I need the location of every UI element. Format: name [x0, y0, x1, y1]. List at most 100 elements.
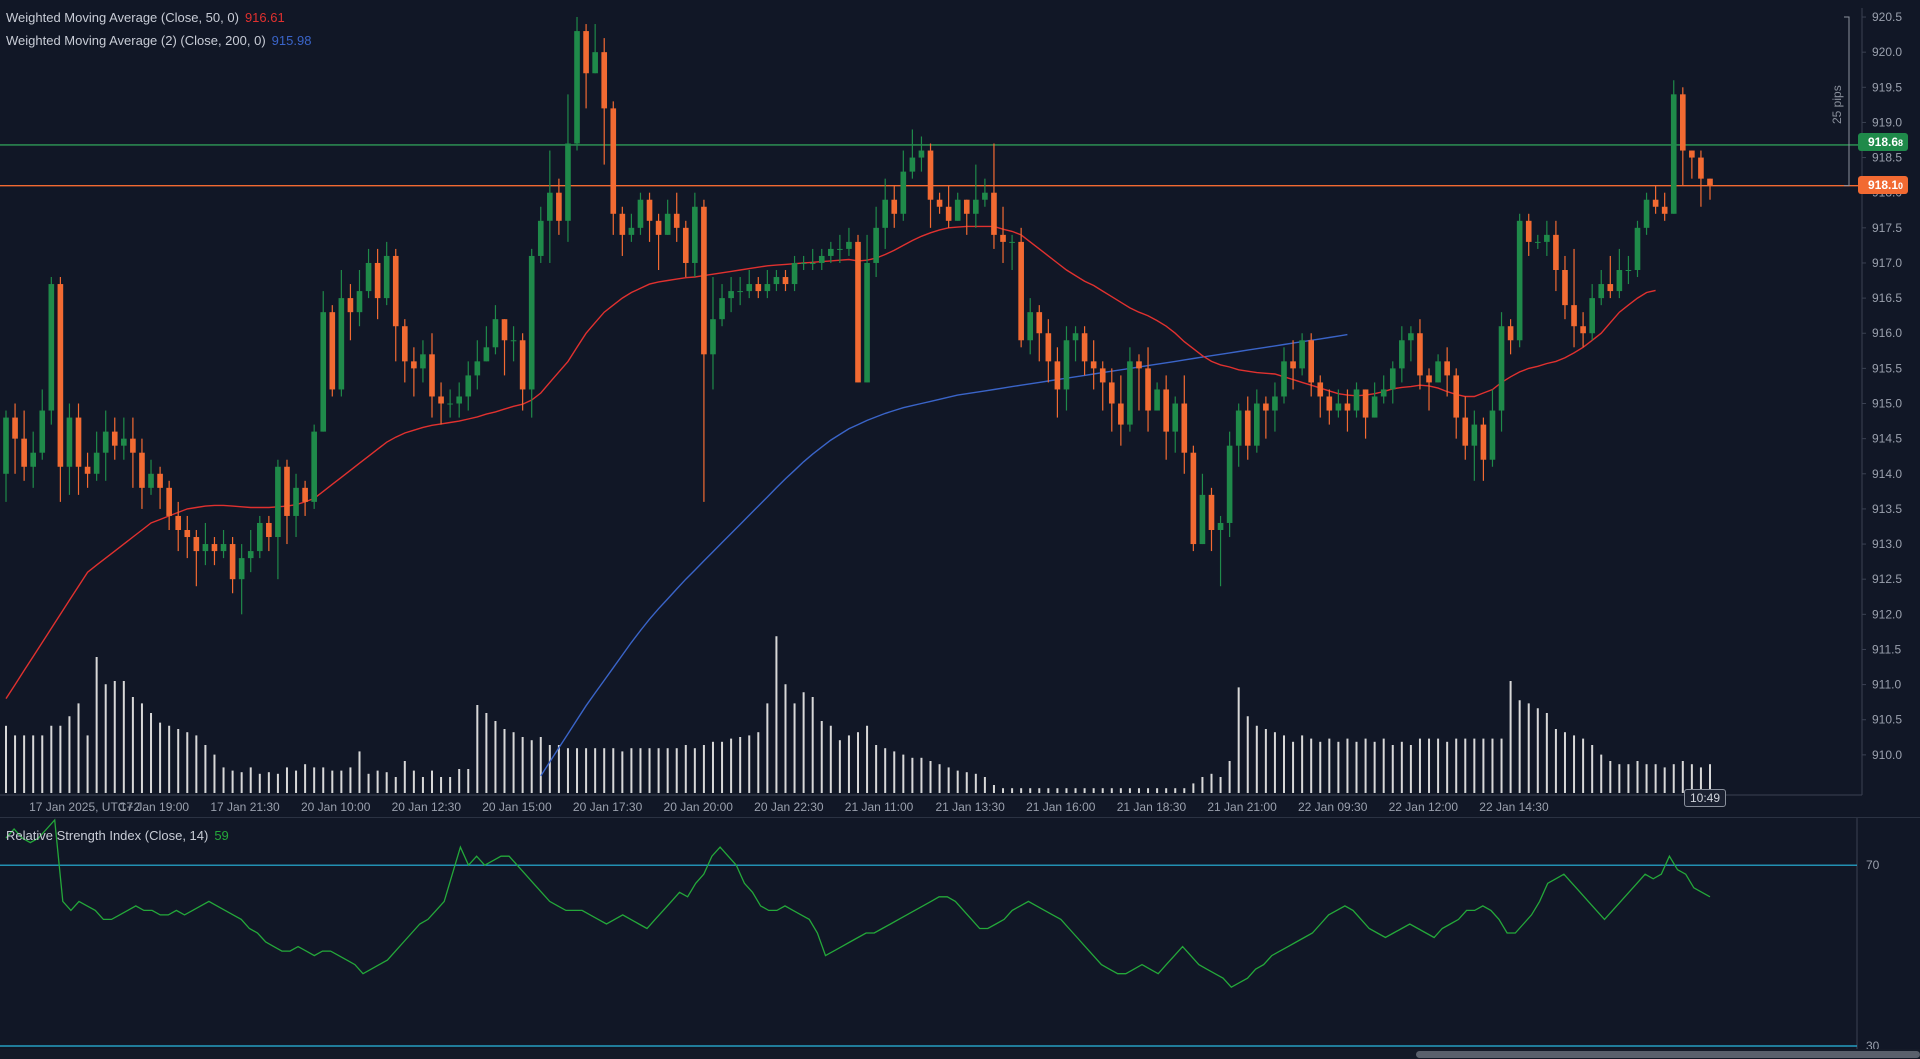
candle: [1480, 417, 1487, 481]
candle-body: [574, 31, 580, 144]
legend-wma50-value: 916.61: [244, 10, 285, 25]
candle-body: [1145, 368, 1151, 411]
candle-body: [1707, 178, 1713, 186]
candle-body: [818, 255, 825, 263]
candle-body: [1571, 305, 1577, 327]
candle: [3, 410, 9, 502]
candle-body: [973, 199, 979, 214]
candle: [1118, 375, 1124, 446]
candle-body: [1063, 340, 1070, 390]
candle-body: [501, 319, 508, 341]
candle-body: [1009, 241, 1015, 243]
candle: [601, 38, 608, 165]
candle-body: [1589, 298, 1595, 334]
candle-body: [1670, 94, 1677, 214]
candle: [474, 340, 481, 390]
candle-body: [637, 199, 644, 228]
candle: [66, 403, 73, 495]
price-tick-label: 911.0: [1872, 678, 1901, 692]
candle-body: [256, 522, 263, 552]
candle-body: [592, 52, 598, 74]
legend-wma200-value: 915.98: [271, 33, 312, 48]
candle: [1652, 185, 1659, 214]
candle-body: [1163, 389, 1169, 432]
candle-body: [764, 284, 771, 292]
candle: [1072, 326, 1079, 362]
candle-body: [755, 284, 762, 292]
candle: [1299, 333, 1305, 376]
candle-body: [1426, 375, 1432, 383]
candle-body: [66, 417, 73, 467]
candle: [166, 480, 172, 530]
pane-separator[interactable]: [0, 817, 1920, 818]
legend-wma50[interactable]: Weighted Moving Average (Close, 50, 0) 91…: [6, 10, 285, 25]
candle-body: [1299, 340, 1305, 369]
price-tag-upper-value: 918.6: [1868, 135, 1899, 149]
candle-body: [1235, 410, 1242, 446]
candle: [48, 277, 55, 425]
candle: [238, 544, 245, 615]
candle: [1235, 403, 1242, 467]
candle: [111, 417, 118, 460]
candle-body: [1054, 361, 1061, 390]
candle: [1625, 255, 1632, 285]
scrollbar-thumb[interactable]: [1416, 1051, 1920, 1058]
candle: [1263, 396, 1269, 439]
crosshair-time-label: 10:49: [1684, 789, 1727, 807]
candle: [1018, 227, 1024, 348]
chart-stage[interactable]: 920.5920.0919.5919.0918.5918.0917.5917.0…: [0, 0, 1920, 1059]
candle: [764, 270, 771, 299]
time-tick-label: 21 Jan 11:00: [845, 800, 914, 814]
candle-body: [465, 375, 472, 397]
candle: [1453, 368, 1460, 439]
candle-body: [537, 220, 544, 256]
legend-wma200[interactable]: Weighted Moving Average (2) (Close, 200,…: [6, 33, 311, 48]
candle: [1027, 298, 1034, 355]
candle: [537, 206, 544, 263]
time-tick-label: 20 Jan 12:30: [392, 800, 462, 814]
candle: [728, 277, 734, 313]
legend-rsi[interactable]: Relative Strength Index (Close, 14) 59: [6, 828, 229, 843]
price-tag-upper: 918.68: [1858, 133, 1909, 151]
volume-layer: [5, 636, 1711, 793]
candle-body: [157, 473, 163, 488]
candle-body: [1471, 424, 1478, 446]
candle-body: [1181, 403, 1188, 453]
candle-body: [1698, 157, 1704, 179]
candle-body: [1453, 375, 1460, 418]
candle-body: [1353, 389, 1360, 411]
candle-body: [1598, 284, 1605, 299]
candle-body: [1136, 361, 1142, 369]
candle: [791, 255, 798, 292]
candle: [1471, 410, 1478, 481]
candle: [1154, 382, 1160, 411]
candle-body: [320, 312, 327, 432]
candle: [864, 234, 870, 383]
candle: [1063, 326, 1070, 411]
time-tick-label: 21 Jan 18:30: [1117, 800, 1187, 814]
candle-body: [184, 530, 191, 538]
candle: [30, 431, 37, 488]
candle-body: [782, 277, 789, 285]
candle: [311, 424, 317, 509]
candle-body: [1072, 333, 1079, 341]
candle-body: [991, 192, 997, 235]
candle: [1571, 248, 1577, 348]
candle-body: [1018, 241, 1024, 341]
price-tick-label: 915.5: [1872, 361, 1902, 375]
candle-body: [1326, 396, 1333, 411]
candle: [411, 347, 417, 397]
candle-body: [1544, 234, 1550, 242]
candle: [1172, 396, 1179, 453]
candle: [1217, 515, 1224, 587]
candle: [610, 101, 617, 235]
candle-body: [1525, 220, 1532, 242]
candle-body: [682, 227, 689, 263]
candle-body: [1516, 220, 1523, 341]
time-tick-label: 20 Jan 22:30: [754, 800, 824, 814]
chart-canvas[interactable]: 920.5920.0919.5919.0918.5918.0917.5917.0…: [0, 0, 1920, 1059]
candle-body: [383, 255, 390, 299]
candle-body: [1154, 389, 1160, 411]
candle: [1435, 354, 1441, 383]
candle-body: [1553, 234, 1559, 270]
